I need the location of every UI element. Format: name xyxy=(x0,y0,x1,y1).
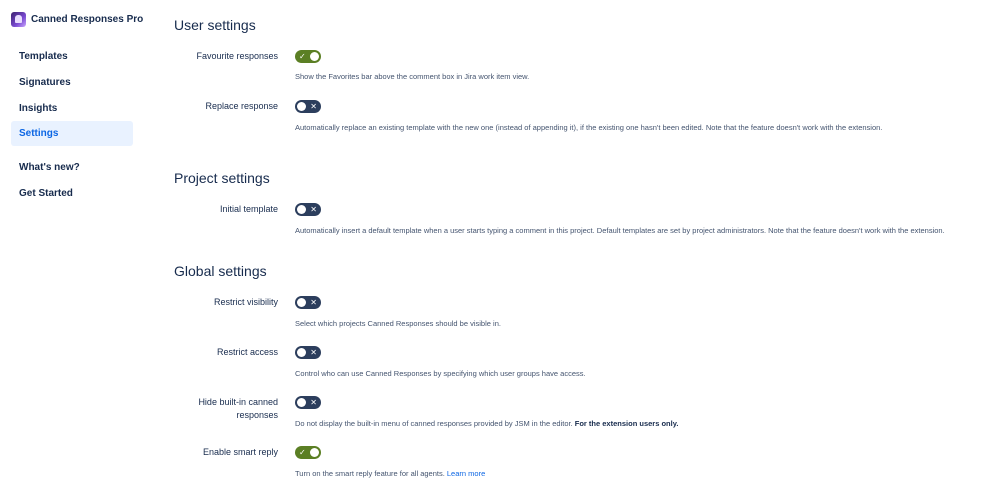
toggle-knob xyxy=(297,348,306,357)
restrict-visibility-label: Restrict visibility xyxy=(213,297,278,307)
toggle-knob xyxy=(297,205,306,214)
sidebar-item-insights[interactable]: Insights xyxy=(11,96,133,121)
close-icon: ✕ xyxy=(310,348,317,357)
app-title: Canned Responses Pro xyxy=(31,13,144,25)
hide-builtin-toggle[interactable]: ✕ xyxy=(295,396,321,409)
replace-response-label: Replace response xyxy=(205,101,278,111)
close-icon: ✕ xyxy=(310,102,317,111)
smart-reply-label: Enable smart reply xyxy=(202,447,278,457)
hide-builtin-description-text: Do not display the built-in menu of cann… xyxy=(295,419,573,428)
replace-response-toggle[interactable]: ✕ xyxy=(295,100,321,113)
hide-builtin-description: Do not display the built-in menu of cann… xyxy=(295,419,678,428)
restrict-access-description: Control who can use Canned Responses by … xyxy=(295,369,586,378)
toggle-knob xyxy=(297,298,306,307)
app-header: Canned Responses Pro xyxy=(11,11,143,27)
toggle-knob xyxy=(310,52,319,61)
learn-more-link[interactable]: Learn more xyxy=(447,469,485,478)
close-icon: ✕ xyxy=(310,398,317,407)
toggle-knob xyxy=(297,102,306,111)
smart-reply-description-text: Turn on the smart reply feature for all … xyxy=(295,469,445,478)
favourite-responses-toggle[interactable]: ✓ xyxy=(295,50,321,63)
sidebar-item-get-started[interactable]: Get Started xyxy=(11,181,133,206)
sidebar-item-signatures[interactable]: Signatures xyxy=(11,70,133,95)
replace-response-description: Automatically replace an existing templa… xyxy=(295,123,883,132)
check-icon: ✓ xyxy=(299,448,306,457)
initial-template-toggle[interactable]: ✕ xyxy=(295,203,321,216)
app-logo-icon xyxy=(11,11,26,27)
section-title-global-settings: Global settings xyxy=(174,263,267,279)
hide-builtin-label: Hide built-in canned responses xyxy=(198,397,278,420)
smart-reply-description: Turn on the smart reply feature for all … xyxy=(295,469,485,478)
favourite-responses-label: Favourite responses xyxy=(196,51,278,61)
initial-template-label: Initial template xyxy=(219,204,278,214)
section-title-user-settings: User settings xyxy=(174,17,256,33)
restrict-access-toggle[interactable]: ✕ xyxy=(295,346,321,359)
toggle-knob xyxy=(297,398,306,407)
smart-reply-toggle[interactable]: ✓ xyxy=(295,446,321,459)
restrict-access-label: Restrict access xyxy=(216,347,278,357)
toggle-knob xyxy=(310,448,319,457)
hide-builtin-description-note: For the extension users only. xyxy=(574,419,679,428)
section-title-project-settings: Project settings xyxy=(174,170,270,186)
sidebar-item-settings[interactable]: Settings xyxy=(11,121,133,146)
restrict-visibility-description: Select which projects Canned Responses s… xyxy=(295,319,501,328)
sidebar-item-whats-new[interactable]: What's new? xyxy=(11,155,133,180)
restrict-visibility-toggle[interactable]: ✕ xyxy=(295,296,321,309)
initial-template-description: Automatically insert a default template … xyxy=(295,226,945,235)
sidebar: Canned Responses Pro Templates Signature… xyxy=(0,0,145,496)
close-icon: ✕ xyxy=(310,205,317,214)
favourite-responses-description: Show the Favorites bar above the comment… xyxy=(295,72,530,81)
sidebar-item-templates[interactable]: Templates xyxy=(11,44,133,69)
check-icon: ✓ xyxy=(299,52,306,61)
close-icon: ✕ xyxy=(310,298,317,307)
